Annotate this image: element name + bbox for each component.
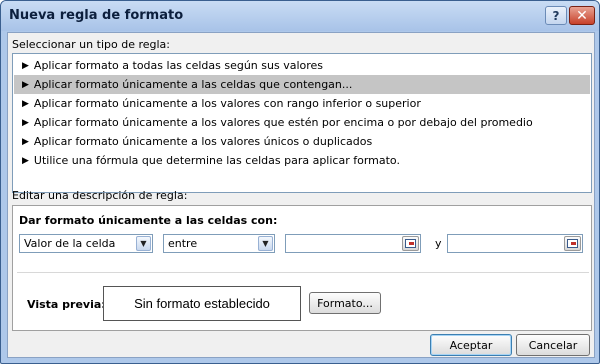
preview-sample-text: Sin formato establecido: [134, 296, 270, 311]
triangle-right-icon: ▶: [22, 155, 29, 166]
description-title: Dar formato únicamente a las celdas con:: [19, 214, 278, 227]
condition-select[interactable]: Valor de la celda ▼: [19, 234, 153, 253]
rule-item-label: Aplicar formato a todas las celdas según…: [33, 59, 324, 72]
triangle-right-icon: ▶: [22, 60, 29, 71]
rule-type-label: Seleccionar un tipo de regla:: [12, 38, 170, 51]
value2-field[interactable]: [447, 234, 583, 253]
accept-button[interactable]: Aceptar: [430, 334, 512, 356]
preview-box: Sin formato establecido: [103, 286, 301, 321]
dialog-body: Seleccionar un tipo de regla: ▶ Aplicar …: [7, 32, 595, 358]
chevron-down-icon[interactable]: ▼: [136, 236, 151, 251]
help-button[interactable]: ?: [545, 6, 567, 25]
rule-description-panel: Dar formato únicamente a las celdas con:…: [12, 205, 592, 331]
help-icon: ?: [552, 8, 560, 23]
triangle-right-icon: ▶: [22, 117, 29, 128]
close-button[interactable]: ✕: [569, 6, 595, 25]
rule-item-label: Aplicar formato únicamente a los valores…: [33, 135, 373, 148]
operator-select-value: entre: [168, 237, 198, 250]
rule-description-label: Editar una descripción de regla:: [12, 189, 188, 202]
collapse-dialog-icon: [405, 239, 416, 248]
divider: [17, 272, 589, 273]
title-bar[interactable]: Nueva regla de formato ? ✕: [1, 1, 599, 31]
format-button[interactable]: Formato...: [309, 292, 381, 314]
and-label: y: [435, 237, 442, 250]
rule-item-cells-containing[interactable]: ▶ Aplicar formato únicamente a las celda…: [14, 75, 590, 94]
accept-button-label: Aceptar: [449, 338, 493, 352]
rule-item-formula[interactable]: ▶ Utilice una fórmula que determine las …: [14, 151, 590, 170]
new-format-rule-dialog: Nueva regla de formato ? ✕ Seleccionar u…: [0, 0, 600, 364]
triangle-right-icon: ▶: [22, 98, 29, 109]
rule-item-label: Aplicar formato únicamente a los valores…: [33, 97, 421, 110]
rule-item-unique-duplicate[interactable]: ▶ Aplicar formato únicamente a los valor…: [14, 132, 590, 151]
triangle-right-icon: ▶: [22, 136, 29, 147]
collapse-dialog-icon: [567, 239, 578, 248]
range-select-button[interactable]: [402, 236, 419, 251]
cancel-button-label: Cancelar: [528, 338, 578, 352]
rule-item-above-below-average[interactable]: ▶ Aplicar formato únicamente a los valor…: [14, 113, 590, 132]
rule-type-list[interactable]: ▶ Aplicar formato a todas las celdas seg…: [12, 53, 592, 193]
preview-label: Vista previa:: [27, 298, 106, 311]
cancel-button[interactable]: Cancelar: [516, 334, 590, 356]
chevron-down-icon[interactable]: ▼: [258, 236, 273, 251]
rule-item-label: Utilice una fórmula que determine las ce…: [33, 154, 400, 167]
format-button-label: Formato...: [317, 296, 373, 310]
rule-item-all-cells[interactable]: ▶ Aplicar formato a todas las celdas seg…: [14, 56, 590, 75]
triangle-right-icon: ▶: [22, 79, 29, 90]
condition-select-value: Valor de la celda: [24, 237, 116, 250]
rule-item-top-bottom[interactable]: ▶ Aplicar formato únicamente a los valor…: [14, 94, 590, 113]
dialog-title: Nueva regla de formato: [9, 8, 184, 23]
close-icon: ✕: [576, 7, 588, 24]
rule-item-label: Aplicar formato únicamente a las celdas …: [33, 78, 353, 91]
value1-field[interactable]: [285, 234, 421, 253]
operator-select[interactable]: entre ▼: [163, 234, 275, 253]
rule-item-label: Aplicar formato únicamente a los valores…: [33, 116, 533, 129]
range-select-button[interactable]: [564, 236, 581, 251]
